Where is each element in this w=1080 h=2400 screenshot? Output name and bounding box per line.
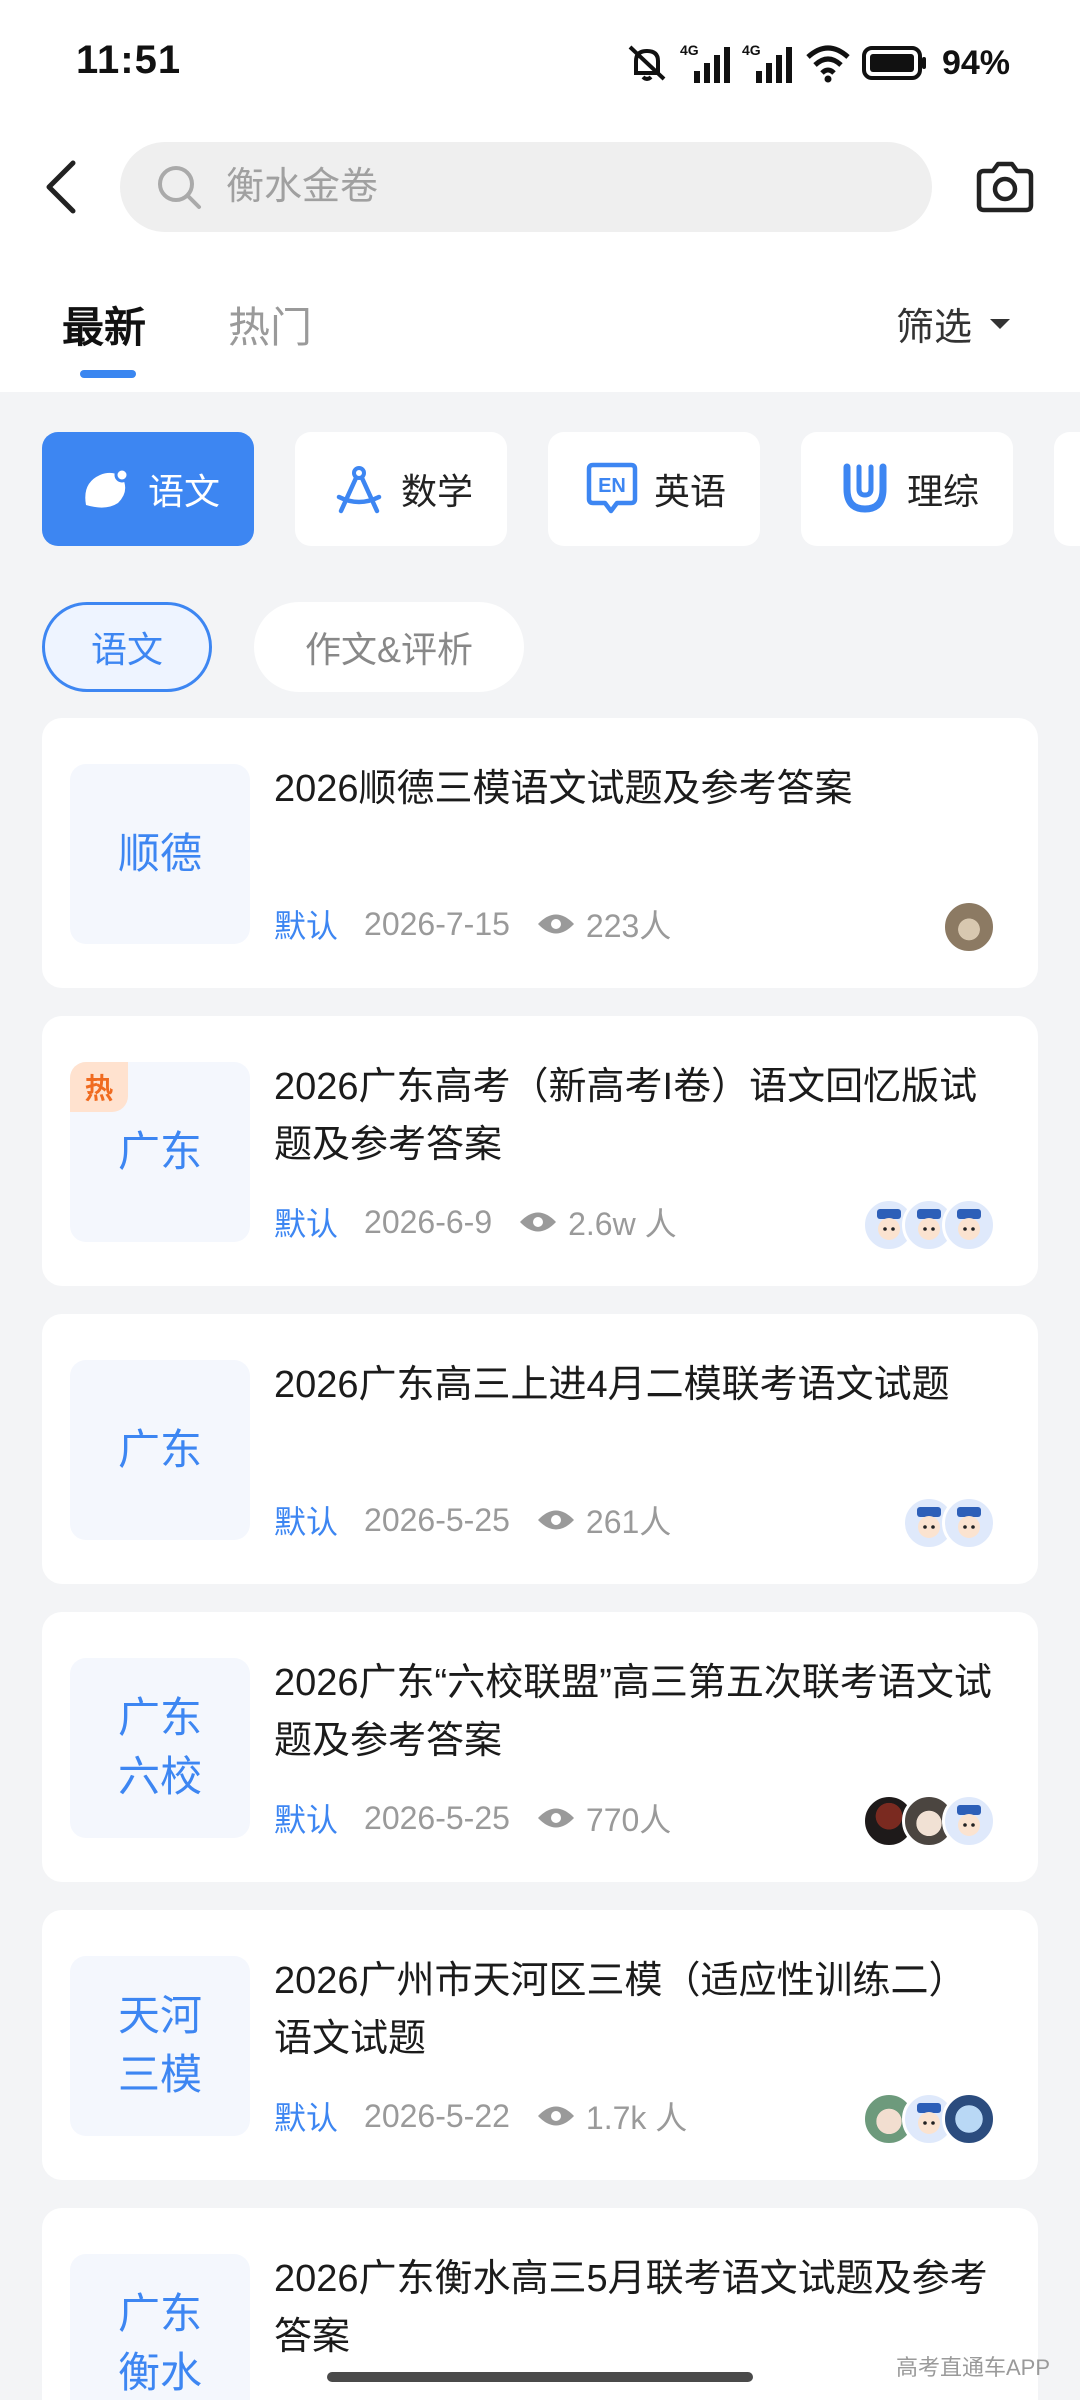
card-title: 2026广州市天河区三模（适应性训练二）语文试题 [274, 1960, 967, 2060]
subject-next[interactable] [1054, 432, 1080, 546]
signal-icon: 4G [742, 42, 792, 83]
avatar-stack [902, 1496, 996, 1550]
subject-math[interactable]: 数学 [295, 432, 507, 546]
card-meta: 默认 2026-5-25 770人 [274, 1798, 672, 1839]
subject-label: 理综 [906, 471, 979, 512]
paper-card[interactable]: 广东 热 2026广东高考（新高考I卷）语文回忆版试题及参考答案 默认 2026… [42, 1016, 1038, 1286]
tab-latest[interactable]: 最新 [62, 294, 146, 355]
signal-1-label: 4G [680, 42, 699, 58]
eye-icon [536, 1805, 576, 1831]
subject-science[interactable]: 理综 [801, 432, 1013, 546]
compass-icon [329, 459, 389, 519]
eye-icon [518, 1209, 558, 1235]
battery-icon [861, 46, 926, 80]
battery-percent: 94% [941, 43, 1010, 82]
card-views: 770人 [585, 1802, 672, 1838]
tab-hot[interactable]: 热门 [228, 294, 312, 355]
subject-label: 语文 [147, 471, 220, 512]
paper-card[interactable]: 顺德 2026顺德三模语文试题及参考答案 默认 2026-7-15 223人 [42, 718, 1038, 988]
card-meta: 默认 2026-5-22 1.7k 人 [274, 2096, 688, 2137]
search-icon [158, 166, 201, 209]
avatar [942, 1794, 996, 1848]
avatar [942, 2092, 996, 2146]
status-icons: 4G 4G 94% [624, 38, 1010, 88]
card-thumbnail: 广东 衡水 [70, 2254, 250, 2400]
paper-card[interactable]: 广东 2026广东高三上进4月二模联考语文试题 默认 2026-5-25 261… [42, 1314, 1038, 1584]
eye-icon [536, 911, 576, 937]
card-tag: 默认 [274, 908, 339, 944]
card-title: 2026广东高考（新高考I卷）语文回忆版试题及参考答案 [274, 1066, 978, 1166]
paper-card[interactable]: 广东 六校 2026广东“六校联盟”高三第五次联考语文试题及参考答案 默认 20… [42, 1612, 1038, 1882]
card-title: 2026广东“六校联盟”高三第五次联考语文试题及参考答案 [274, 1662, 992, 1762]
avatar [942, 1496, 996, 1550]
search-box[interactable] [120, 142, 932, 232]
subtab-chinese[interactable]: 语文 [42, 602, 212, 692]
card-tag: 默认 [274, 2100, 339, 2136]
avatar [942, 900, 996, 954]
filter-button[interactable]: 筛选 [896, 296, 1012, 351]
card-tag: 默认 [274, 1206, 339, 1242]
card-date: 2026-6-9 [364, 1203, 493, 1240]
svg-text:EN: EN [598, 475, 626, 497]
card-views: 261人 [585, 1504, 672, 1540]
eye-icon [536, 2103, 576, 2129]
card-thumbnail: 广东 [70, 1360, 250, 1540]
card-tag: 默认 [274, 1802, 339, 1838]
tab-indicator [80, 370, 136, 378]
subject-label: 英语 [653, 471, 726, 512]
card-date: 2026-5-25 [364, 1799, 510, 1836]
avatar-stack [862, 1794, 996, 1848]
card-meta: 默认 2026-5-25 261人 [274, 1500, 672, 1541]
card-date: 2026-7-15 [364, 905, 510, 942]
en-icon: EN [582, 459, 642, 519]
card-meta: 默认 2026-6-9 2.6w 人 [274, 1202, 677, 1243]
eye-icon [536, 1507, 576, 1533]
subtab-essay[interactable]: 作文&评析 [254, 602, 524, 692]
card-thumbnail: 顺德 [70, 764, 250, 944]
subject-english[interactable]: EN 英语 [548, 432, 760, 546]
avatar-stack [942, 900, 996, 954]
card-title: 2026顺德三模语文试题及参考答案 [274, 768, 853, 810]
wifi-icon [806, 45, 850, 83]
search-row [0, 140, 1080, 234]
gesture-bar[interactable] [327, 2372, 753, 2382]
camera-button[interactable] [970, 152, 1040, 222]
card-thumbnail: 天河 三模 [70, 1956, 250, 2136]
tab-bar: 最新 热门 筛选 [0, 280, 1080, 380]
paper-card[interactable]: 天河 三模 2026广州市天河区三模（适应性训练二）语文试题 默认 2026-5… [42, 1910, 1038, 2180]
mute-icon [628, 45, 666, 81]
card-views: 1.7k 人 [585, 2100, 688, 2136]
watermark: 高考直通车APP [895, 2355, 1050, 2380]
signal-icon: 4G [680, 42, 730, 83]
magnet-icon [835, 459, 895, 519]
search-input[interactable] [226, 165, 866, 209]
hot-badge: 热 [70, 1062, 128, 1112]
filter-label: 筛选 [896, 307, 973, 349]
card-title: 2026广东衡水高三5月联考语文试题及参考答案 [274, 2258, 988, 2358]
card-views: 223人 [585, 908, 672, 944]
caret-down-icon [990, 318, 1011, 329]
card-date: 2026-5-22 [364, 2097, 510, 2134]
status-bar: 11:51 4G 4G 94% [0, 0, 1080, 125]
subject-selector: 语文 数学 EN 英语 理综 [42, 432, 1080, 546]
avatar-stack [862, 1198, 996, 1252]
camera-icon [976, 161, 1034, 213]
avatar-stack [862, 2092, 996, 2146]
back-button[interactable] [30, 154, 90, 220]
chevron-left-icon [46, 160, 76, 214]
avatar [942, 1198, 996, 1252]
card-date: 2026-5-25 [364, 1501, 510, 1538]
card-thumbnail: 广东 六校 [70, 1658, 250, 1838]
chinese-icon [76, 459, 136, 519]
card-views: 2.6w 人 [568, 1206, 677, 1242]
card-tag: 默认 [274, 1504, 339, 1540]
signal-2-label: 4G [742, 42, 761, 58]
subject-chinese[interactable]: 语文 [42, 432, 254, 546]
card-title: 2026广东高三上进4月二模联考语文试题 [274, 1364, 950, 1406]
status-time: 11:51 [76, 38, 182, 82]
subject-label: 数学 [400, 471, 473, 512]
card-meta: 默认 2026-7-15 223人 [274, 904, 672, 945]
